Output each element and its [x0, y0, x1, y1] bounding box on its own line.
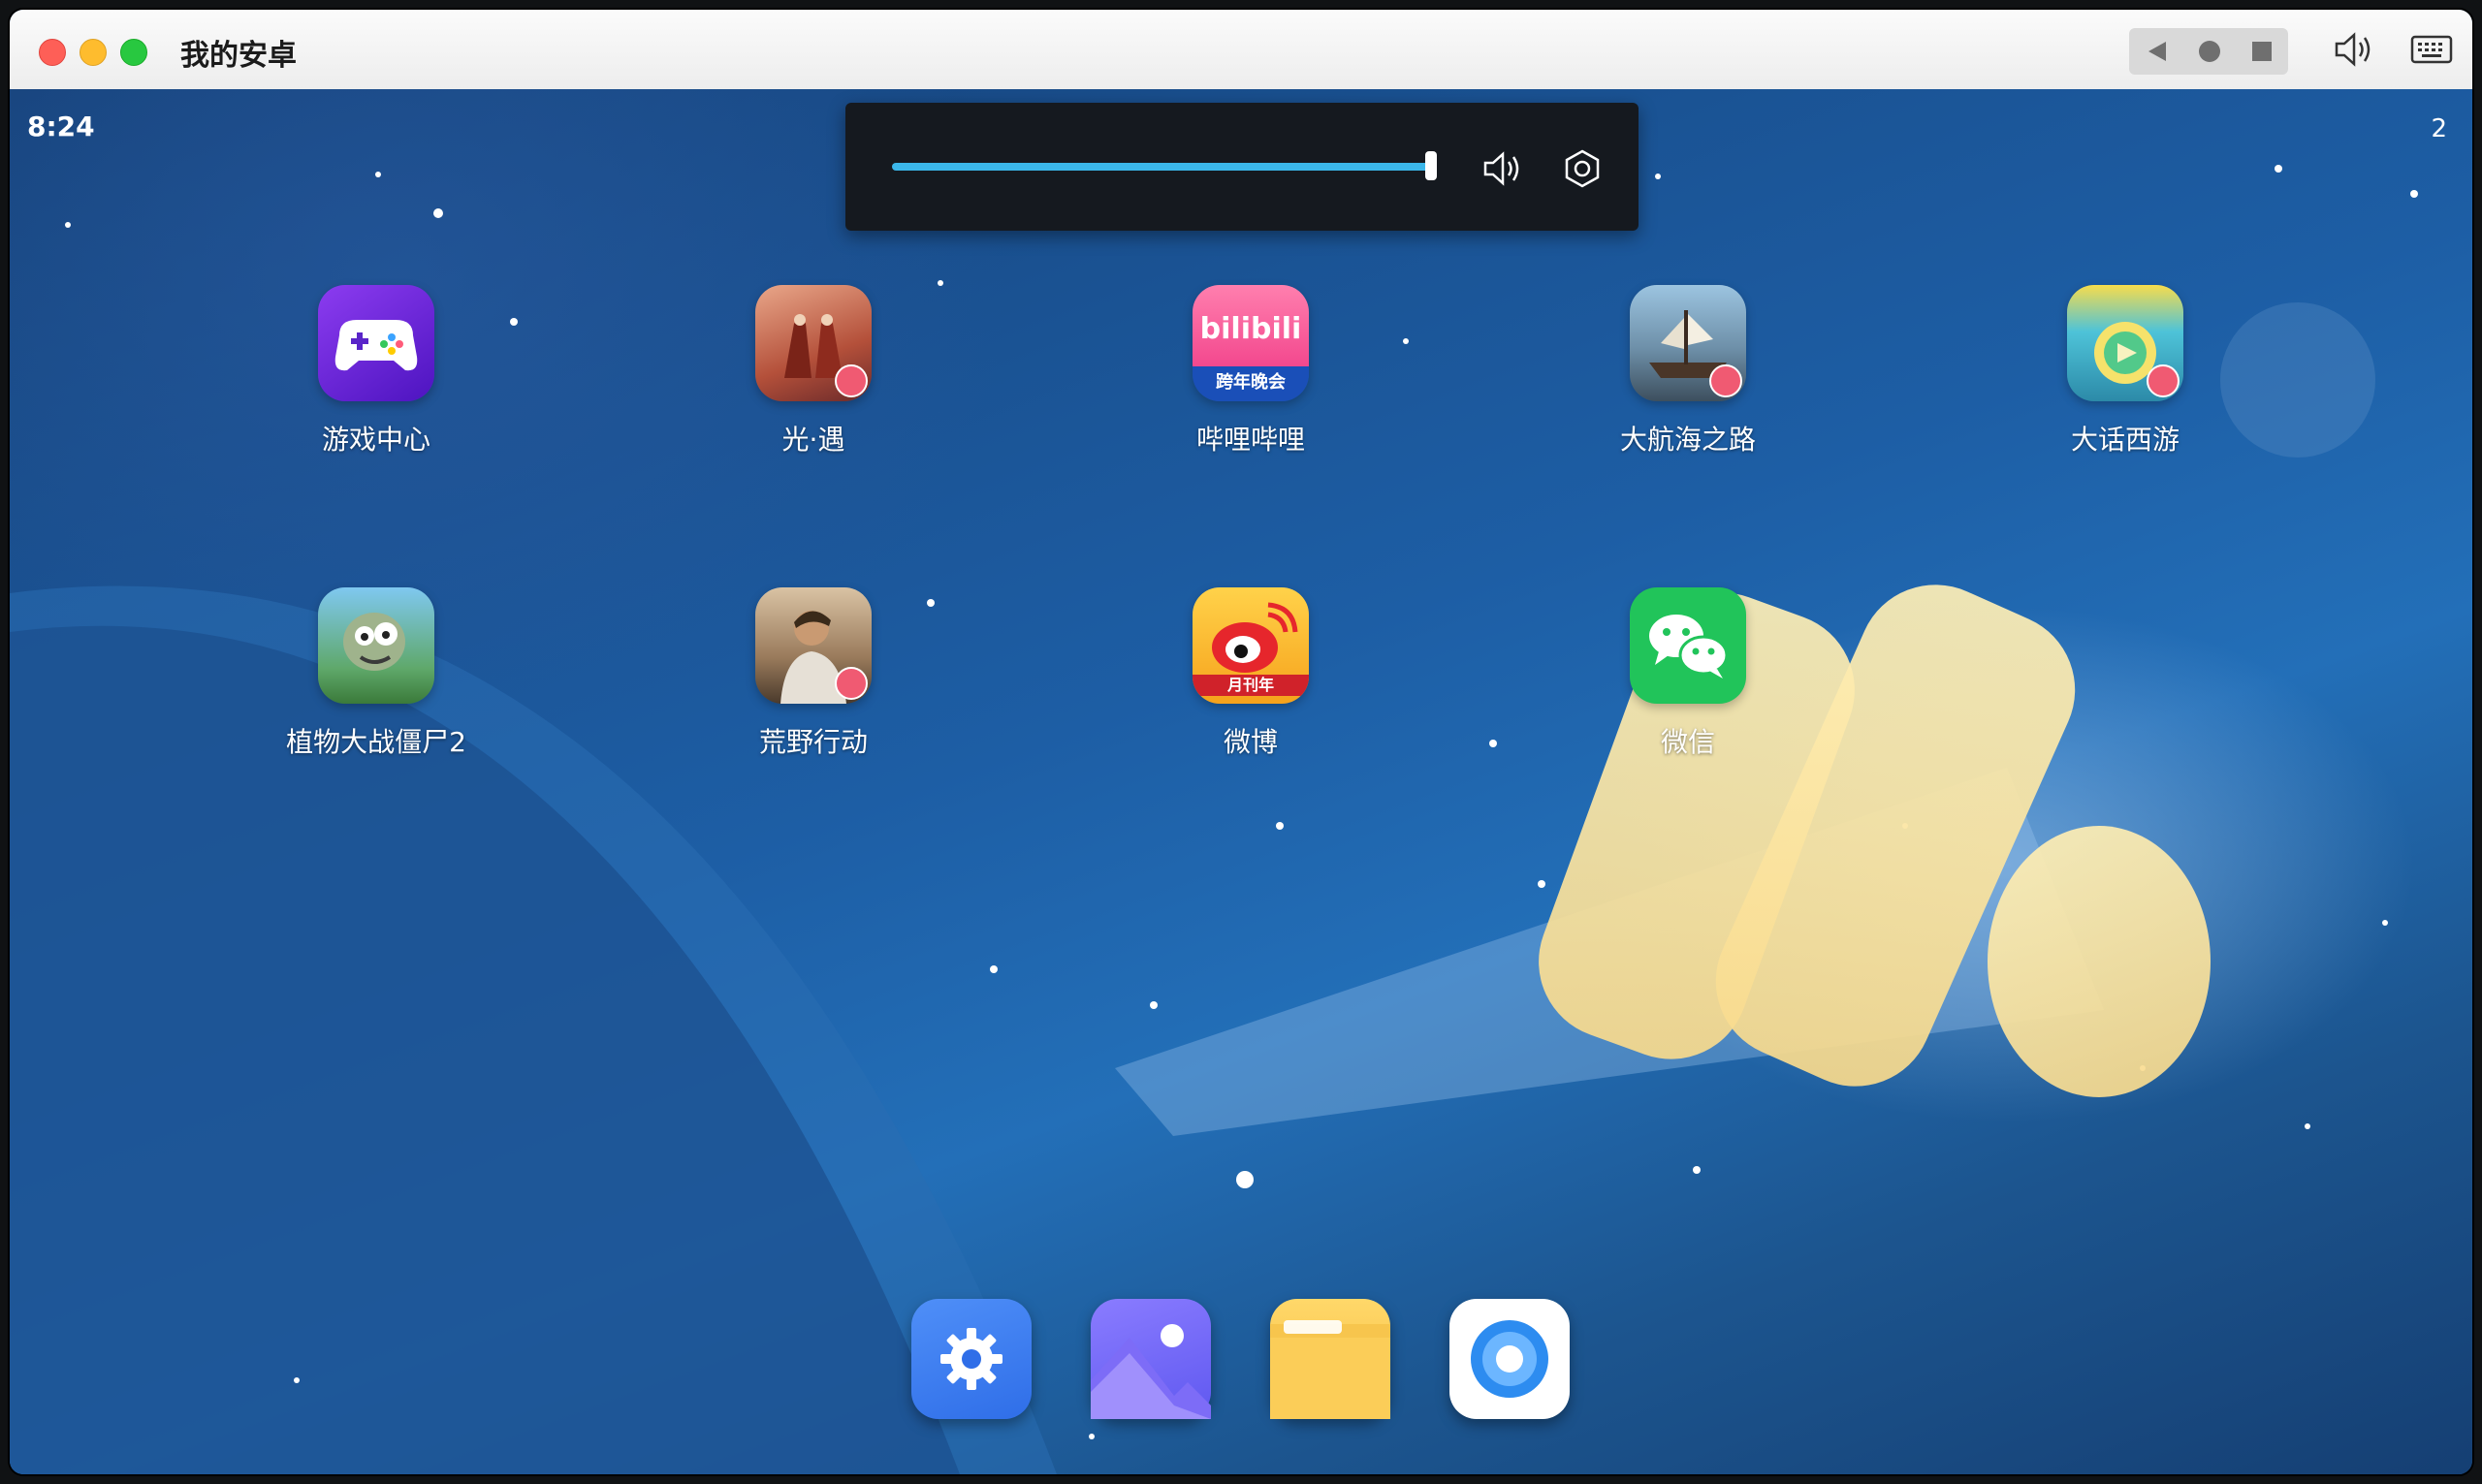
dock-settings[interactable] [911, 1299, 1032, 1419]
weibo-subtext: 月刊年 [1193, 675, 1309, 696]
gamepad-icon [318, 285, 434, 401]
volume-panel [845, 103, 1639, 231]
android-nav-group [2129, 28, 2288, 75]
app-pvz2[interactable]: 植物大战僵尸2 [231, 587, 522, 760]
browser-icon [1471, 1320, 1548, 1398]
back-button[interactable] [2131, 28, 2183, 75]
weibo-icon: 月刊年 [1193, 587, 1309, 704]
sound-settings-button[interactable] [1559, 145, 1606, 192]
bilibili-icon: bilibili 跨年晚会 [1193, 285, 1309, 401]
zombie-icon [318, 587, 434, 704]
back-icon [2148, 42, 2166, 61]
game-badge [835, 364, 868, 397]
app-sky[interactable]: 光·遇 [668, 285, 959, 458]
bilibili-subtext: 跨年晚会 [1216, 372, 1286, 393]
status-time: 8:24 [27, 111, 95, 142]
app-wechat[interactable]: 微信 [1543, 587, 1833, 760]
app-xiyou[interactable]: 大话西游 [1980, 285, 2271, 458]
keyboard-icon [2410, 35, 2453, 64]
bilibili-logo-text: bilibili [1199, 312, 1302, 346]
soldier-icon [755, 587, 872, 704]
recents-icon [2252, 42, 2272, 61]
window-title: 我的安卓 [180, 39, 297, 73]
home-button[interactable] [2183, 28, 2236, 75]
volume-button[interactable] [2329, 26, 2379, 73]
wechat-icon [1630, 587, 1746, 704]
minimize-window-button[interactable] [80, 39, 107, 66]
dock-gallery[interactable] [1091, 1299, 1211, 1419]
android-home-screen: 8:24 2 游戏中心 光·遇 bilibili 跨年晚会 哔哩哔哩 大航海之路… [10, 89, 2472, 1474]
app-label: 游戏中心 [321, 424, 430, 456]
volume-icon [2335, 32, 2371, 67]
recents-button[interactable] [2236, 28, 2288, 75]
speaker-icon [1483, 151, 1519, 186]
game-badge [2147, 364, 2180, 397]
app-game-center[interactable]: 游戏中心 [231, 285, 522, 458]
mute-button[interactable] [1480, 145, 1526, 192]
ship-icon [1630, 285, 1746, 401]
home-icon [2199, 41, 2220, 62]
app-label: 大航海之路 [1619, 424, 1756, 456]
app-weibo[interactable]: 月刊年 微博 [1105, 587, 1396, 760]
wallpaper-shape [1988, 826, 2211, 1097]
volume-slider-track[interactable] [892, 163, 1435, 171]
page-indicator [1236, 1171, 1254, 1188]
app-label: 光·遇 [781, 424, 845, 456]
settings-icon [1565, 149, 1600, 188]
close-window-button[interactable] [39, 39, 66, 66]
game-badge [1709, 364, 1742, 397]
app-bilibili[interactable]: bilibili 跨年晚会 哔哩哔哩 [1105, 285, 1396, 458]
folder-icon [1270, 1320, 1390, 1419]
app-label: 植物大战僵尸2 [286, 726, 466, 758]
keyboard-button[interactable] [2406, 26, 2457, 73]
app-label: 微信 [1660, 726, 1715, 758]
dock-browser[interactable] [1449, 1299, 1570, 1419]
app-great-voyage[interactable]: 大航海之路 [1543, 285, 1833, 458]
maximize-window-button[interactable] [120, 39, 147, 66]
game-badge [835, 667, 868, 700]
android-emulator-window: 我的安卓 8:24 2 游戏中心 光·遇 bilibili 跨年晚会 哔哩哔哩 … [10, 10, 2472, 1474]
xiyou-icon [2067, 285, 2183, 401]
title-bar: 我的安卓 [10, 10, 2472, 90]
app-knives-out[interactable]: 荒野行动 [668, 587, 959, 760]
app-label: 哔哩哔哩 [1195, 424, 1305, 456]
dock-files[interactable] [1270, 1299, 1390, 1419]
status-indicator: 2 [2431, 114, 2447, 143]
volume-slider-handle[interactable] [1425, 151, 1437, 180]
sky-game-icon [755, 285, 872, 401]
app-label: 微博 [1223, 726, 1278, 758]
app-label: 荒野行动 [758, 726, 868, 758]
gear-icon [940, 1328, 1002, 1390]
app-label: 大话西游 [2070, 424, 2180, 456]
photo-icon [1091, 1324, 1211, 1419]
